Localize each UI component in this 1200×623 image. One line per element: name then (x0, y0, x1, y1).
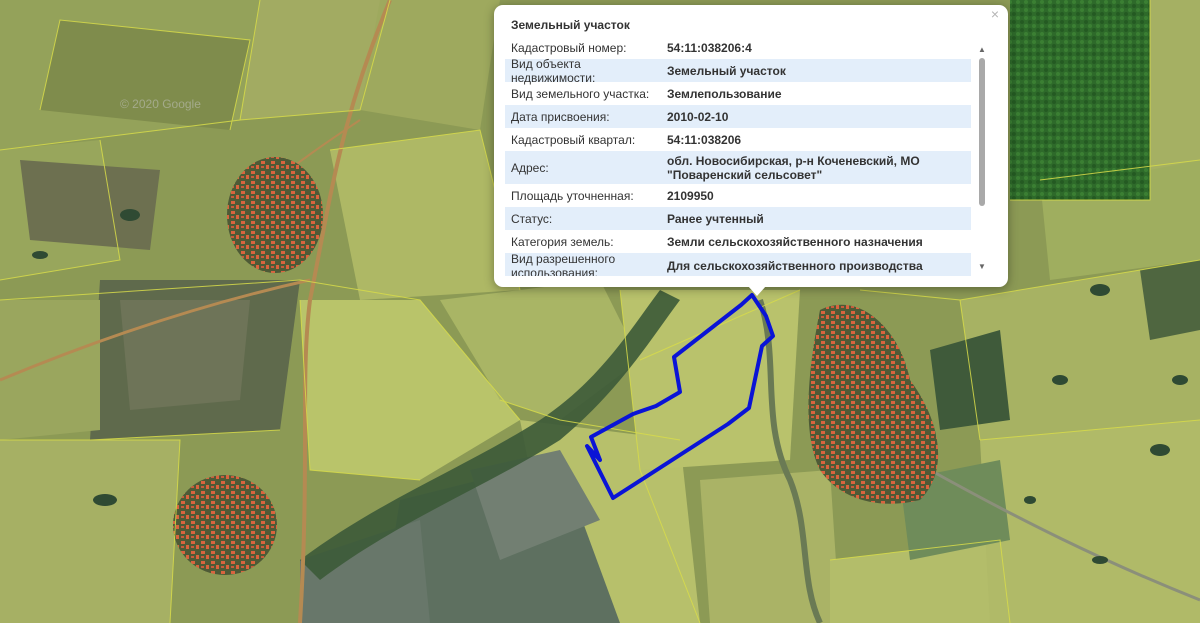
attr-value: 54:11:038206 (667, 132, 742, 147)
popup-attribute-table[interactable]: Кадастровый номер: 54:11:038206:4 Вид об… (505, 36, 971, 276)
attr-value: 2109950 (667, 188, 714, 203)
table-row: Площадь уточненная: 2109950 (505, 184, 971, 207)
attr-value: 54:11:038206:4 (667, 40, 752, 55)
table-row: Вид земельного участка: Землепользование (505, 82, 971, 105)
attr-value: Ранее учтенный (667, 211, 764, 226)
table-row: Адрес: обл. Новосибирская, р-н Коченевск… (505, 151, 971, 184)
scroll-thumb[interactable] (979, 58, 985, 206)
table-row: Статус: Ранее учтенный (505, 207, 971, 230)
attr-key: Вид объекта недвижимости: (511, 56, 596, 85)
popup-title: Земельный участок (511, 18, 630, 32)
popup-pointer (748, 286, 766, 296)
attr-value: Земли сельскохозяйственного назначения (667, 234, 923, 249)
table-row: Категория земель: Земли сельскохозяйстве… (505, 230, 971, 253)
attr-value: Земельный участок (667, 63, 786, 78)
table-row: Вид объекта недвижимости: Земельный учас… (505, 56, 971, 85)
attr-key: Статус: (511, 211, 553, 226)
table-row: Кадастровый квартал: 54:11:038206 (505, 128, 971, 151)
map-watermark: © 2020 Google (120, 97, 201, 111)
table-row: Дата присвоения: 2010-02-10 (505, 105, 971, 128)
attr-key: Категория земель: (511, 234, 614, 249)
popup-scrollbar[interactable]: ▲ ▼ (977, 45, 987, 272)
parcel-info-popup: Земельный участок × Кадастровый номер: 5… (494, 5, 1008, 287)
attr-key: Кадастровый номер: (511, 40, 627, 55)
attr-key: Площадь уточненная: (511, 188, 634, 203)
attr-value: Землепользование (667, 86, 782, 101)
attr-key: Вид земельного участка: (511, 86, 650, 101)
attr-key: Вид разрешенного использования: (511, 251, 616, 277)
close-icon[interactable]: × (988, 7, 1002, 21)
scroll-up-icon[interactable]: ▲ (977, 45, 987, 55)
attr-value: 2010-02-10 (667, 109, 729, 124)
attr-key: Адрес: (511, 160, 549, 175)
scroll-down-icon[interactable]: ▼ (977, 262, 987, 272)
attr-value: Для сельскохозяйственного производства (667, 258, 923, 273)
attr-key: Кадастровый квартал: (511, 132, 636, 147)
table-row: Вид разрешенного использования: Для сель… (505, 251, 971, 277)
attr-key: Дата присвоения: (511, 109, 610, 124)
attr-value: обл. Новосибирская, р-н Коченевский, МО … (667, 153, 920, 182)
